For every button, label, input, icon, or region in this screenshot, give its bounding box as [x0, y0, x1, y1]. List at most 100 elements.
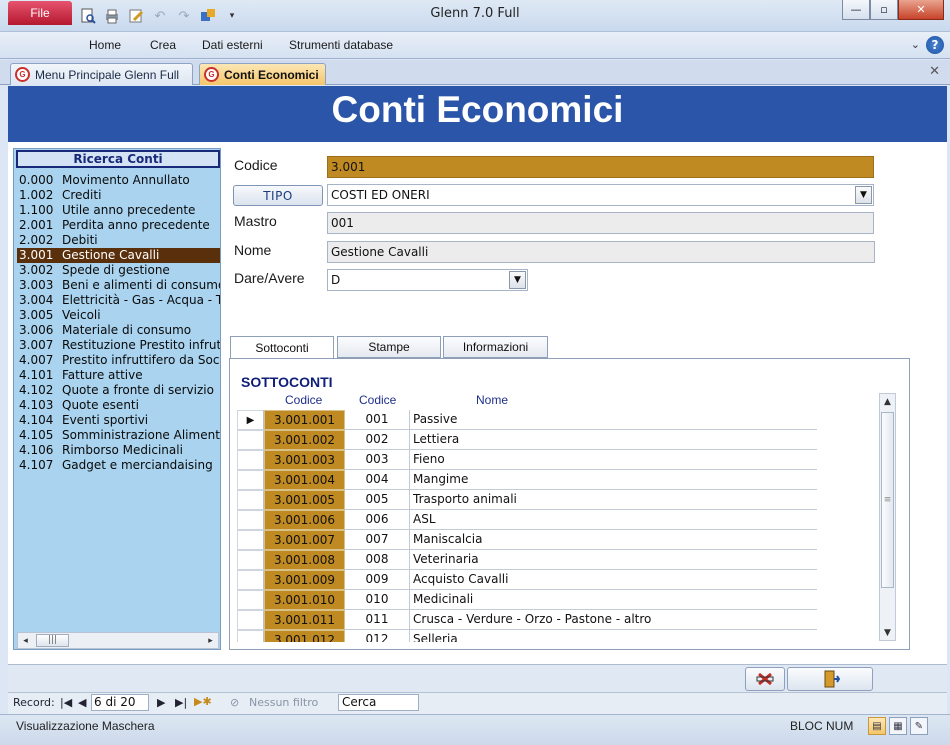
next-record-icon[interactable]: ▶: [157, 696, 165, 709]
codice-field[interactable]: 3.001: [327, 156, 874, 178]
cell-codice[interactable]: 3.001.002: [264, 430, 345, 450]
list-item[interactable]: 4.104 Eventi sportivi: [17, 413, 220, 428]
tab-crea[interactable]: Crea: [150, 38, 176, 52]
tab-sottoconti[interactable]: Sottoconti: [230, 336, 334, 359]
cell-nome[interactable]: Maniscalcia: [409, 530, 817, 550]
tipo-button[interactable]: TIPO: [233, 185, 323, 206]
list-item[interactable]: 1.002 Crediti: [17, 188, 220, 203]
cell-nome[interactable]: Acquisto Cavalli: [409, 570, 817, 590]
ricerca-conti-list[interactable]: Ricerca Conti 0.000 Movimento Annullato 1.…: [13, 148, 221, 650]
minimize-icon[interactable]: —: [842, 0, 870, 20]
list-item[interactable]: 4.102 Quote a fronte di servizio: [17, 383, 220, 398]
list-item[interactable]: 4.103 Quote esenti: [17, 398, 220, 413]
tab-home[interactable]: Home: [89, 38, 121, 52]
list-item[interactable]: 4.107 Gadget e merciandaising: [17, 458, 220, 473]
cell-sub-codice[interactable]: 001: [345, 410, 409, 430]
cell-nome[interactable]: Fieno: [409, 450, 817, 470]
row-selector[interactable]: [237, 590, 264, 610]
row-selector[interactable]: [237, 630, 264, 642]
scroll-thumb[interactable]: |||: [36, 634, 69, 647]
list-item[interactable]: 3.006 Materiale di consumo: [17, 323, 220, 338]
table-row[interactable]: 3.001.005 005 Trasporto animali: [237, 490, 817, 510]
cell-sub-codice[interactable]: 011: [345, 610, 409, 630]
close-icon[interactable]: ✕: [898, 0, 944, 20]
nome-field[interactable]: Gestione Cavalli: [327, 241, 875, 263]
row-selector[interactable]: [237, 530, 264, 550]
list-item[interactable]: 2.001 Perdita anno precedente: [17, 218, 220, 233]
cell-codice[interactable]: 3.001.007: [264, 530, 345, 550]
cell-nome[interactable]: Veterinaria: [409, 550, 817, 570]
cell-codice[interactable]: 3.001.011: [264, 610, 345, 630]
scroll-right-icon[interactable]: ▸: [203, 633, 218, 648]
table-row[interactable]: 3.001.006 006 ASL: [237, 510, 817, 530]
tab-informazioni[interactable]: Informazioni: [443, 336, 548, 358]
cell-nome[interactable]: Trasporto animali: [409, 490, 817, 510]
cell-codice[interactable]: 3.001.001: [264, 410, 345, 430]
new-record-icon[interactable]: ▶✱: [194, 695, 212, 708]
last-record-icon[interactable]: ▶|: [175, 696, 187, 709]
horizontal-scrollbar[interactable]: ◂ ||| ▸: [17, 632, 219, 649]
list-item[interactable]: 3.002 Spede di gestione: [17, 263, 220, 278]
cell-sub-codice[interactable]: 004: [345, 470, 409, 490]
list-item[interactable]: 3.004 Elettricità - Gas - Acqua - Te: [17, 293, 220, 308]
cell-nome[interactable]: Lettiera: [409, 430, 817, 450]
search-input[interactable]: Cerca: [338, 694, 419, 711]
table-row[interactable]: 3.001.003 003 Fieno: [237, 450, 817, 470]
doctab-conti-economici[interactable]: G Conti Economici: [199, 63, 326, 85]
cell-nome[interactable]: ASL: [409, 510, 817, 530]
vertical-scrollbar[interactable]: ▲ ≡ ▼: [879, 393, 896, 641]
cell-sub-codice[interactable]: 009: [345, 570, 409, 590]
list-item[interactable]: 2.002 Debiti: [17, 233, 220, 248]
list-item[interactable]: 3.003 Beni e alimenti di consumo: [17, 278, 220, 293]
row-selector[interactable]: [237, 470, 264, 490]
doctab-menu-principale[interactable]: G Menu Principale Glenn Full: [10, 63, 193, 85]
tab-dati-esterni[interactable]: Dati esterni: [202, 38, 263, 52]
maximize-icon[interactable]: ▫: [870, 0, 898, 20]
cell-sub-codice[interactable]: 002: [345, 430, 409, 450]
cell-codice[interactable]: 3.001.008: [264, 550, 345, 570]
table-row[interactable]: 3.001.004 004 Mangime: [237, 470, 817, 490]
delete-record-button[interactable]: [745, 667, 785, 691]
cell-nome[interactable]: Mangime: [409, 470, 817, 490]
row-selector[interactable]: [237, 430, 264, 450]
list-item[interactable]: 4.105 Somministrazione Alimenti Be: [17, 428, 220, 443]
list-item[interactable]: 4.007 Prestito infruttifero da Soci: [17, 353, 220, 368]
record-position-input[interactable]: 6 di 20: [91, 694, 149, 711]
table-row[interactable]: 3.001.009 009 Acquisto Cavalli: [237, 570, 817, 590]
cell-nome[interactable]: Crusca - Verdure - Orzo - Pastone - altr…: [409, 610, 817, 630]
tab-stampe[interactable]: Stampe: [337, 336, 441, 358]
tab-strumenti-database[interactable]: Strumenti database: [289, 38, 393, 52]
mastro-field[interactable]: 001: [327, 212, 874, 234]
list-item[interactable]: 4.106 Rimborso Medicinali: [17, 443, 220, 458]
list-item[interactable]: 1.100 Utile anno precedente: [17, 203, 220, 218]
table-row[interactable]: 3.001.007 007 Maniscalcia: [237, 530, 817, 550]
cell-codice[interactable]: 3.001.004: [264, 470, 345, 490]
list-item[interactable]: 3.005 Veicoli: [17, 308, 220, 323]
dare-avere-select[interactable]: D ▼: [327, 269, 528, 291]
cell-nome[interactable]: Passive: [409, 410, 817, 430]
row-selector[interactable]: [237, 510, 264, 530]
cell-codice[interactable]: 3.001.003: [264, 450, 345, 470]
first-record-icon[interactable]: |◀: [60, 696, 72, 709]
dropdown-arrow-icon[interactable]: ▼: [855, 186, 872, 204]
filter-status[interactable]: Nessun filtro: [249, 696, 318, 709]
cell-nome[interactable]: Selleria: [409, 630, 817, 642]
table-row[interactable]: ▶ 3.001.001 001 Passive: [237, 410, 817, 430]
row-selector[interactable]: [237, 450, 264, 470]
row-selector[interactable]: [237, 610, 264, 630]
cell-sub-codice[interactable]: 006: [345, 510, 409, 530]
scroll-down-icon[interactable]: ▼: [880, 625, 895, 640]
list-item[interactable]: 3.007 Restituzione Prestito infrutti: [17, 338, 220, 353]
layout-view-icon[interactable]: ▦: [889, 717, 907, 735]
table-row[interactable]: 3.001.011 011 Crusca - Verdure - Orzo - Pa…: [237, 610, 817, 630]
cell-sub-codice[interactable]: 003: [345, 450, 409, 470]
list-item[interactable]: 3.001 Gestione Cavalli: [17, 248, 220, 263]
chevron-down-icon[interactable]: ⌄: [911, 38, 920, 51]
cell-codice[interactable]: 3.001.005: [264, 490, 345, 510]
sottoconti-grid[interactable]: ▶ 3.001.001 001 Passive 3.001.002 002 Lettiera…: [237, 410, 817, 642]
cell-codice[interactable]: 3.001.009: [264, 570, 345, 590]
cell-sub-codice[interactable]: 012: [345, 630, 409, 642]
form-view-icon[interactable]: ▤: [868, 717, 886, 735]
list-item[interactable]: 0.000 Movimento Annullato: [17, 173, 220, 188]
row-selector[interactable]: [237, 490, 264, 510]
